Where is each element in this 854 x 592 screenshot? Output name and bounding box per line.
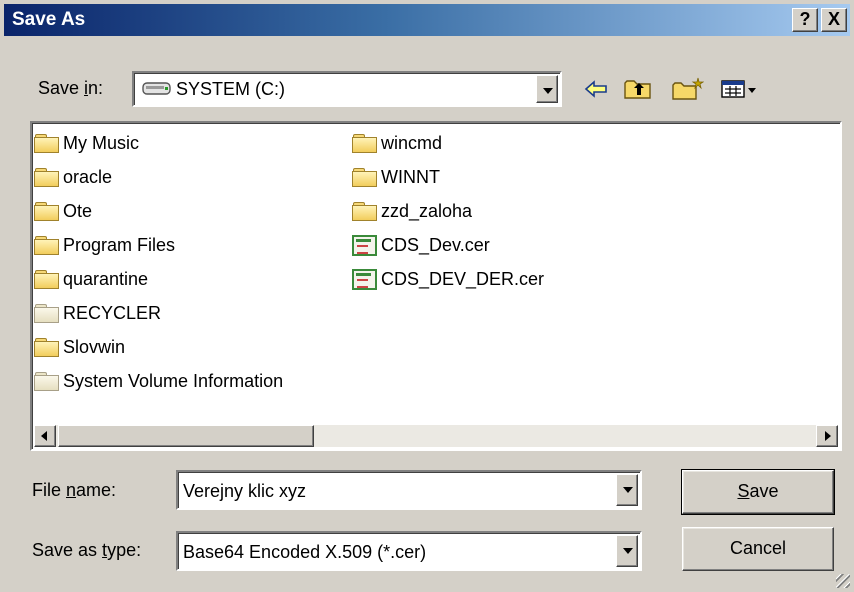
file-name-text: System Volume Information	[63, 370, 284, 391]
file-list[interactable]: My Music oracle Ote Program Files quaran…	[30, 121, 842, 451]
list-item[interactable]: quarantine	[34, 265, 148, 293]
list-item[interactable]: CDS_Dev.cer	[352, 231, 490, 259]
list-item[interactable]: Slovwin	[34, 333, 125, 361]
save-in-value-wrap: SYSTEM (C:)	[142, 79, 285, 100]
list-item[interactable]: oracle	[34, 163, 112, 191]
folder-icon	[352, 202, 377, 221]
resize-grip[interactable]	[836, 574, 850, 588]
save-type-dropdown-button[interactable]	[616, 535, 638, 567]
list-item[interactable]: wincmd	[352, 129, 442, 157]
file-name-value: Verejny klic xyz	[183, 481, 307, 501]
view-menu-icon[interactable]	[718, 74, 762, 104]
file-name-dropdown-button[interactable]	[616, 474, 638, 506]
file-name-text: zzd_zaloha	[381, 200, 473, 221]
file-name-text: oracle	[63, 166, 113, 187]
file-name-text: quarantine	[63, 268, 149, 289]
new-folder-icon[interactable]	[670, 74, 706, 104]
save-as-dialog: Save As ? X Save in: SYSTEM (C:) My Musi…	[0, 0, 854, 592]
certificate-icon	[352, 268, 377, 290]
back-arrow-icon[interactable]	[582, 74, 610, 104]
window-title: Save As	[12, 9, 86, 30]
file-name-text: WINNT	[381, 166, 440, 187]
scroll-thumb[interactable]	[58, 425, 314, 447]
save-type-label: Save as type:	[32, 540, 142, 560]
file-name-label: File name:	[32, 480, 117, 500]
save-in-label: Save in:	[38, 78, 104, 98]
list-item[interactable]: System Volume Information	[34, 367, 283, 395]
save-button[interactable]: Save	[681, 469, 835, 515]
file-name-input[interactable]: Verejny klic xyz	[176, 470, 642, 510]
list-item[interactable]: WINNT	[352, 163, 440, 191]
certificate-icon	[352, 234, 377, 256]
scroll-left-button[interactable]	[34, 425, 56, 447]
file-name-text: Program Files	[63, 234, 176, 255]
folder-icon	[34, 168, 59, 187]
cancel-button[interactable]: Cancel	[682, 527, 834, 571]
list-item[interactable]: zzd_zaloha	[352, 197, 472, 225]
folder-icon	[352, 168, 377, 187]
save-type-value: Base64 Encoded X.509 (*.cer)	[183, 542, 427, 562]
up-folder-icon[interactable]	[622, 74, 654, 104]
save-type-select[interactable]: Base64 Encoded X.509 (*.cer)	[176, 531, 642, 571]
scroll-right-button[interactable]	[816, 425, 838, 447]
save-in-dropdown-button[interactable]	[536, 75, 558, 103]
file-name-text: Slovwin	[63, 336, 126, 357]
drive-icon	[142, 82, 171, 95]
folder-icon	[34, 134, 59, 153]
title-bar[interactable]: Save As ? X	[4, 4, 850, 36]
file-name-text: wincmd	[381, 132, 443, 153]
close-button[interactable]: X	[821, 8, 847, 32]
help-button[interactable]: ?	[792, 8, 818, 32]
file-name-text: CDS_Dev.cer	[381, 234, 490, 255]
folder-icon	[34, 338, 59, 357]
file-name-text: Ote	[63, 200, 93, 221]
list-item[interactable]: Program Files	[34, 231, 175, 259]
list-item[interactable]: My Music	[34, 129, 139, 157]
folder-icon	[34, 202, 59, 221]
folder-icon	[34, 236, 59, 255]
system-folder-icon	[34, 372, 59, 391]
file-name-text: My Music	[63, 132, 139, 153]
list-item[interactable]: CDS_DEV_DER.cer	[352, 265, 544, 293]
save-in-value: SYSTEM (C:)	[176, 79, 286, 99]
folder-icon	[34, 270, 59, 289]
list-item[interactable]: Ote	[34, 197, 92, 225]
system-folder-icon	[34, 304, 59, 323]
file-name-text: CDS_DEV_DER.cer	[381, 268, 545, 289]
folder-icon	[352, 134, 377, 153]
list-item[interactable]: RECYCLER	[34, 299, 161, 327]
file-name-text: RECYCLER	[63, 302, 162, 323]
save-in-combo[interactable]: SYSTEM (C:)	[132, 71, 562, 107]
horizontal-scrollbar[interactable]	[34, 425, 838, 447]
